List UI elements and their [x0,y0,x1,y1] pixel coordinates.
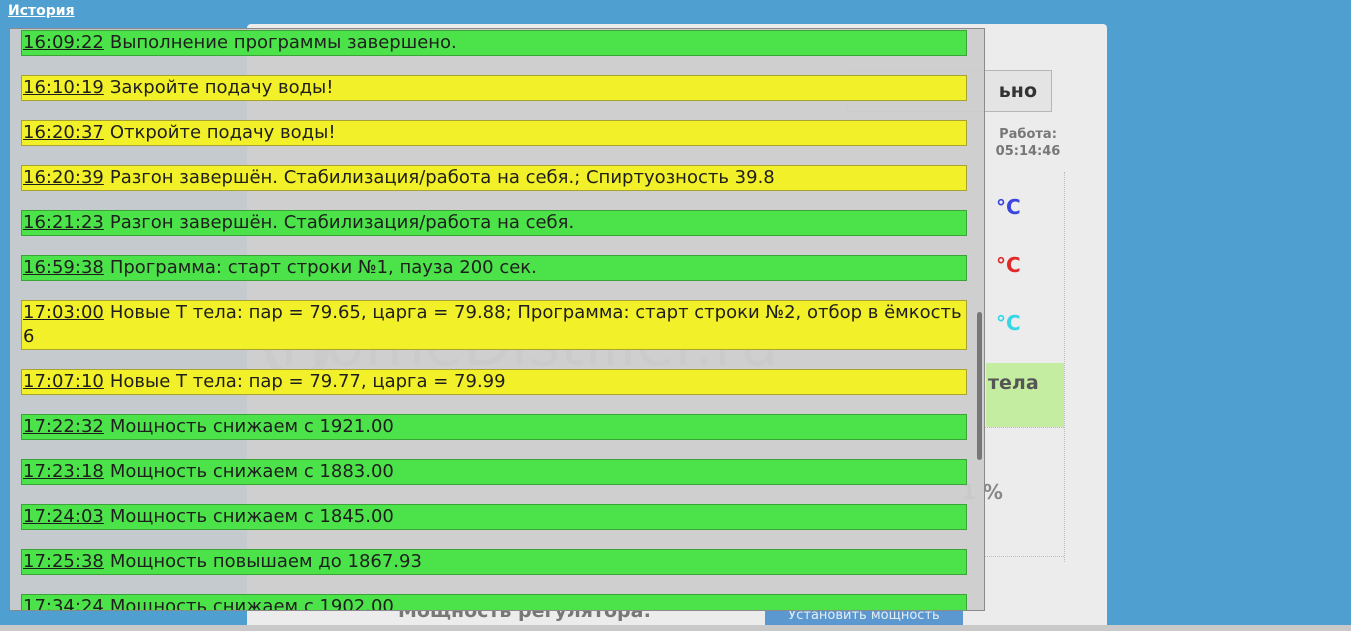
history-entry-time[interactable]: 16:21:23 [23,212,104,233]
history-entry: 17:03:00 Новые Т тела: пар = 79.65, царга… [21,300,967,350]
history-entry: 17:34:24 Мощность снижаем с 1902.00 [21,594,967,611]
history-entry-time[interactable]: 17:22:32 [23,416,104,437]
unit-celsius-column: °C [996,311,1021,335]
history-entry-time[interactable]: 17:03:00 [23,302,104,323]
history-entry: 17:24:03 Мощность снижаем с 1845.00 [21,504,967,530]
history-list: 16:09:22 Выполнение программы завершено. 1… [21,30,967,611]
history-entry-text: Мощность повышаем до 1867.93 [109,551,422,572]
history-entry-time[interactable]: 17:24:03 [23,506,104,527]
history-entry-text: Новые Т тела: пар = 79.65, царга = 79.88… [23,302,962,347]
history-entry: 17:23:18 Мощность снижаем с 1883.00 [21,459,967,485]
history-link[interactable]: История [8,3,75,19]
work-time: 05:14:46 [995,144,1061,159]
taskbar [0,625,1351,631]
history-entry: 16:59:38 Программа: старт строки №1, пауз… [21,255,967,281]
history-entry-text: Закройте подачу воды! [109,77,334,98]
history-entry-text: Мощность снижаем с 1921.00 [109,416,394,437]
divider [980,556,1064,557]
history-entry-time[interactable]: 16:10:19 [23,77,104,98]
unit-celsius-water: °C [996,195,1021,219]
history-entry-time[interactable]: 17:23:18 [23,461,104,482]
history-entry: 16:20:39 Разгон завершён. Стабилизация/ра… [21,165,967,191]
history-entry-time[interactable]: 16:09:22 [23,32,104,53]
history-entry-time[interactable]: 16:20:37 [23,122,104,143]
history-entry: 17:22:32 Мощность снижаем с 1921.00 [21,414,967,440]
history-entry-time[interactable]: 16:20:39 [23,167,104,188]
history-entry-text: Мощность снижаем с 1902.00 [109,596,394,611]
history-entry-text: Мощность снижаем с 1845.00 [109,506,394,527]
history-entry: 16:09:22 Выполнение программы завершено. [21,30,967,56]
history-entry-time[interactable]: 17:25:38 [23,551,104,572]
work-time-label: Работа: 05:14:46 [990,126,1066,160]
history-entry-text: Программа: старт строки №1, пауза 200 се… [109,257,537,278]
history-entry: 16:10:19 Закройте подачу воды! [21,75,967,101]
history-entry-time[interactable]: 17:07:10 [23,371,104,392]
work-label: Работа: [999,127,1057,142]
history-entry-time[interactable]: 16:59:38 [23,257,104,278]
history-entry-text: Разгон завершён. Стабилизация/работа на … [109,212,575,233]
history-entry-text: Выполнение программы завершено. [109,32,457,53]
divider [1064,172,1065,562]
history-panel: HomeDistiller.ru 16:09:22Выполнение прог… [9,28,985,611]
unit-celsius-cube: °C [996,253,1021,277]
scrollbar[interactable] [977,312,982,460]
history-entry: 16:21:23 Разгон завершён. Стабилизация/ра… [21,210,967,236]
history-entry-time[interactable]: 17:34:24 [23,596,104,610]
history-entry-text: Разгон завершён. Стабилизация/работа на … [109,167,775,188]
history-entry-text: Откройте подачу воды! [109,122,336,143]
history-entry: 17:25:38 Мощность повышаем до 1867.93 [21,549,967,575]
status-tela-label: тела [988,372,1039,394]
history-entry-text: Мощность снижаем с 1883.00 [109,461,394,482]
history-entry: 16:20:37 Откройте подачу воды! [21,120,967,146]
history-entry-text: Новые Т тела: пар = 79.77, царга = 79.99 [109,371,506,392]
history-entry: 17:07:10 Новые Т тела: пар = 79.77, царга… [21,369,967,395]
divider [980,427,1064,428]
